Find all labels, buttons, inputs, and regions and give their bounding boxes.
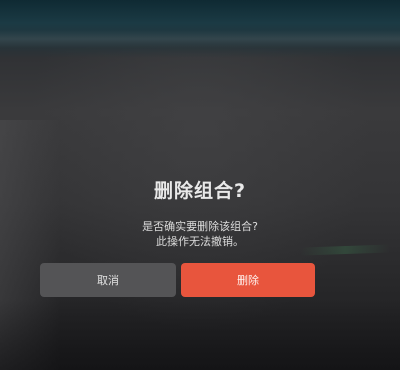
screen-glare [0, 30, 400, 48]
dialog-title: 删除组合? [153, 180, 247, 202]
dialog-message: 是否确实要删除该组合? 此操作无法撤销。 [0, 219, 400, 249]
screen-top-edge [0, 0, 400, 58]
dialog-message-line-1: 是否确实要删除该组合? [142, 220, 258, 233]
screen-bottom-shadow [0, 300, 400, 370]
cancel-button[interactable]: 取消 [40, 263, 176, 297]
dialog-message-line-2: 此操作无法撤销。 [156, 235, 244, 248]
delete-button[interactable]: 删除 [181, 263, 315, 297]
device-screen: 删除组合? 是否确实要删除该组合? 此操作无法撤销。 取消 删除 [0, 0, 400, 370]
